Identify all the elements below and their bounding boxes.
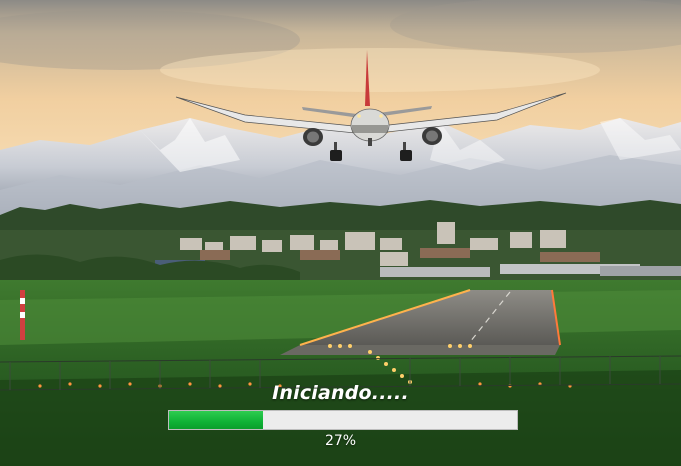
progress-bar-fill (169, 411, 263, 429)
progress-percent-text: 27% (324, 433, 357, 449)
loading-status-text: Iniciando..... (272, 382, 409, 404)
loading-progress-bar (168, 410, 518, 430)
splash-screen: Iniciando..... 27% (0, 0, 681, 466)
